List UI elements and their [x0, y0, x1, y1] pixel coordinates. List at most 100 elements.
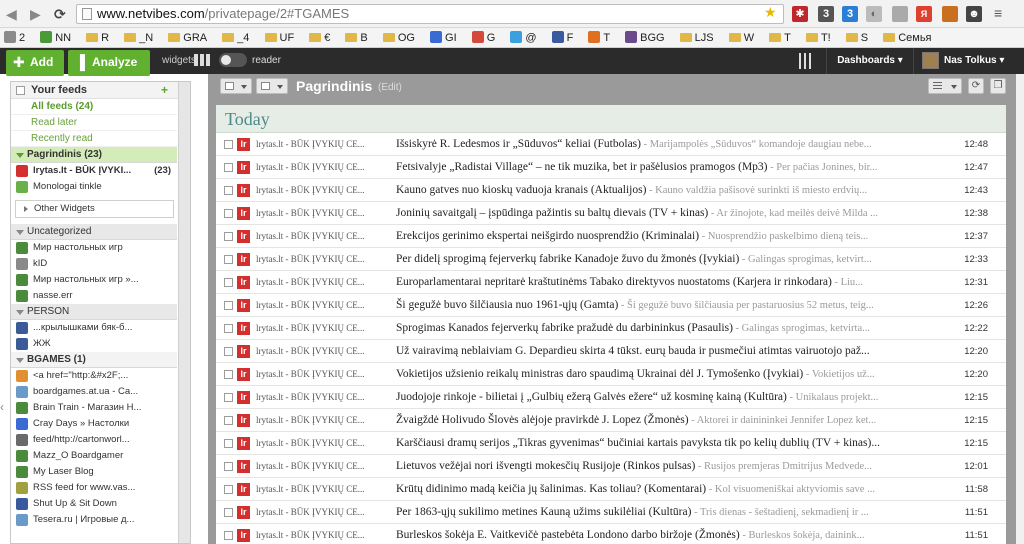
grid-icon[interactable] [194, 54, 210, 66]
add-button[interactable]: ✚ Add [6, 50, 64, 76]
checkbox-icon[interactable] [224, 347, 233, 356]
your-feeds-header[interactable]: Your feeds + [11, 82, 190, 99]
feed-item[interactable]: feed/http://cartonworl... [11, 432, 177, 448]
category-uncategorized[interactable]: Uncategorized [11, 224, 177, 240]
feed-item[interactable]: lrytas.lt - BŪK ĮVYKI... (23) [11, 163, 177, 179]
read-later-link[interactable]: Read later [11, 115, 177, 131]
article-title[interactable]: Joninių savaitgalį – įspūdinga pažintis … [396, 202, 944, 224]
checkbox-icon[interactable] [224, 485, 233, 494]
article-title[interactable]: Žvaigždė Holivudo Šlovės alėjoje pravirk… [396, 409, 944, 431]
bookmark-item[interactable]: _N [120, 28, 153, 47]
feed-row[interactable]: lr lrytas.lt - BŪK ĮVYKIŲ CE... Už vairavi… [216, 340, 1006, 363]
star-icon[interactable]: ★ [764, 4, 777, 21]
other-widgets-button[interactable]: Other Widgets [15, 200, 174, 218]
bookmark-item[interactable]: T [584, 28, 610, 47]
checkbox-icon[interactable] [224, 163, 233, 172]
article-title[interactable]: Už vairavimą neblaiviam G. Depardieu ski… [396, 340, 944, 362]
select-dropdown[interactable] [220, 78, 252, 94]
checkbox-icon[interactable] [224, 301, 233, 310]
main-scrollbar[interactable] [1016, 74, 1024, 544]
checkbox-icon[interactable] [224, 462, 233, 471]
collapse-left-icon[interactable]: ‹ [0, 400, 8, 420]
bookmark-item[interactable]: W [725, 28, 754, 47]
article-title[interactable]: Lietuvos vežėjai nori išvengti mokesčių … [396, 455, 944, 477]
article-title[interactable]: Sprogimas Kanados fejerverkų fabrike pra… [396, 317, 944, 339]
feed-item[interactable]: Мир настольных игр [11, 240, 177, 256]
bookmark-item[interactable]: T! [802, 28, 831, 47]
feed-row[interactable]: lr lrytas.lt - BŪK ĮVYKIŲ CE... Lietuvos v… [216, 455, 1006, 478]
checkbox-icon[interactable] [224, 393, 233, 402]
feed-item[interactable]: Mazz_O Boardgamer [11, 448, 177, 464]
checkbox-icon[interactable] [224, 370, 233, 379]
category-bgames[interactable]: BGAMES (1) [11, 352, 177, 368]
window-icon[interactable]: ❐ [990, 78, 1006, 94]
article-title[interactable]: Krūtų didinimo madą keičia jų šalinimas.… [396, 478, 944, 500]
feed-row[interactable]: lr lrytas.lt - BŪK ĮVYKIŲ CE... Burleskos … [216, 524, 1006, 544]
checkbox-icon[interactable] [224, 278, 233, 287]
feed-item[interactable]: Tesera.ru | Игровые д... [11, 512, 177, 528]
mark-read-dropdown[interactable] [256, 78, 288, 94]
checkbox-icon[interactable] [224, 186, 233, 195]
feed-row[interactable]: lr lrytas.lt - BŪK ĮVYKIŲ CE... Fetsivalyj… [216, 156, 1006, 179]
article-title[interactable]: Fetsivalyje „Radistai Village“ – ne tik … [396, 156, 944, 178]
orange-extension-icon[interactable] [942, 6, 958, 22]
article-title[interactable]: Erekcijos gerinimo ekspertai neišgirdo n… [396, 225, 944, 247]
article-title[interactable]: Karščiausi dramų serijos „Tikras gyvenim… [396, 432, 944, 454]
feed-row[interactable]: lr lrytas.lt - BŪK ĮVYKIŲ CE... Vokietijos… [216, 363, 1006, 386]
view-toggle[interactable] [219, 53, 247, 67]
article-title[interactable]: Ši gegužė buvo šilčiausia nuo 1961-ųjų (… [396, 294, 944, 316]
recently-read-link[interactable]: Recently read [11, 131, 177, 147]
feed-row[interactable]: lr lrytas.lt - BŪK ĮVYKIŲ CE... Krūtų didi… [216, 478, 1006, 501]
checkbox-icon[interactable] [224, 508, 233, 517]
reload-icon[interactable]: ⟳ [54, 6, 66, 23]
feed-row[interactable]: lr lrytas.lt - BŪK ĮVYKIŲ CE... Europarlam… [216, 271, 1006, 294]
checkbox-icon[interactable] [224, 416, 233, 425]
feed-row[interactable]: lr lrytas.lt - BŪK ĮVYKIŲ CE... Juodojoje … [216, 386, 1006, 409]
bookmark-item[interactable]: @ [506, 28, 537, 47]
article-title[interactable]: Per 1863-ųjų sukilimo metines Kauną užim… [396, 501, 944, 523]
feed-item[interactable]: RSS feed for www.vas... [11, 480, 177, 496]
edit-link[interactable]: (Edit) [378, 82, 402, 93]
feed-row[interactable]: lr lrytas.lt - BŪK ĮVYKIŲ CE... Žvaigždė H… [216, 409, 1006, 432]
back-icon[interactable]: ◀ [6, 6, 17, 23]
bookmark-item[interactable]: B [341, 28, 368, 47]
bookmark-item[interactable]: 2 [0, 28, 25, 47]
yandex-icon[interactable]: Я [916, 6, 932, 22]
feed-item[interactable]: kID [11, 256, 177, 272]
checkbox-icon[interactable] [224, 209, 233, 218]
plus-icon[interactable]: + [161, 82, 168, 99]
feed-item[interactable]: My Laser Blog [11, 464, 177, 480]
refresh-icon[interactable]: ⟳ [968, 78, 984, 94]
article-title[interactable]: Per didelį sprogimą fejerverkų fabrike K… [396, 248, 944, 270]
user-menu[interactable]: Nas Tolkus ▾ [916, 48, 1024, 74]
puzzle-icon[interactable]: 3 [818, 6, 834, 22]
checkbox-icon[interactable] [224, 255, 233, 264]
article-title[interactable]: Burleskos šokėja E. Vaitkevičė pastebėta… [396, 524, 944, 544]
article-title[interactable]: Europarlamentarai nepritarė kraštutinėms… [396, 271, 944, 293]
feed-row[interactable]: lr lrytas.lt - BŪK ĮVYKIŲ CE... Erekcijos … [216, 225, 1006, 248]
feed-row[interactable]: lr lrytas.lt - BŪK ĮVYKIŲ CE... Ši gegužė … [216, 294, 1006, 317]
bookmark-item[interactable]: G [468, 28, 495, 47]
dashboards-menu[interactable]: Dashboards ▾ [826, 48, 914, 74]
checkbox-icon[interactable] [224, 531, 233, 540]
mask-icon[interactable]: ☻ [966, 6, 982, 22]
all-feeds-link[interactable]: All feeds (24) [11, 99, 177, 115]
feed-item[interactable]: Brain Train - Магазин Н... [11, 400, 177, 416]
bookmark-item[interactable]: GRA [164, 28, 207, 47]
bookmark-item[interactable]: NN [36, 28, 71, 47]
category-person[interactable]: PERSON [11, 304, 177, 320]
sidebar-scrollbar[interactable] [178, 82, 190, 543]
bookmark-item[interactable]: OG [379, 28, 415, 47]
feed-row[interactable]: lr lrytas.lt - BŪK ĮVYKIŲ CE... Per 1863-ų… [216, 501, 1006, 524]
gray-extension-icon[interactable] [892, 6, 908, 22]
feed-row[interactable]: lr lrytas.lt - BŪK ĮVYKIŲ CE... Išsiskyrė … [216, 133, 1006, 156]
bookmark-item[interactable]: GI [426, 28, 457, 47]
extension-icon[interactable]: ✱ [792, 6, 808, 22]
feed-row[interactable]: lr lrytas.lt - BŪK ĮVYKIŲ CE... Joninių sa… [216, 202, 1006, 225]
article-title[interactable]: Vokietijos užsienio reikalų ministras da… [396, 363, 944, 385]
bookmark-item[interactable]: LJS [676, 28, 714, 47]
feed-row[interactable]: lr lrytas.lt - BŪK ĮVYKIŲ CE... Per didelį… [216, 248, 1006, 271]
feed-item[interactable]: Monologai tinkle [11, 179, 177, 195]
feed-item[interactable]: ЖЖ [11, 336, 177, 352]
bookmark-item[interactable]: € [305, 28, 330, 47]
